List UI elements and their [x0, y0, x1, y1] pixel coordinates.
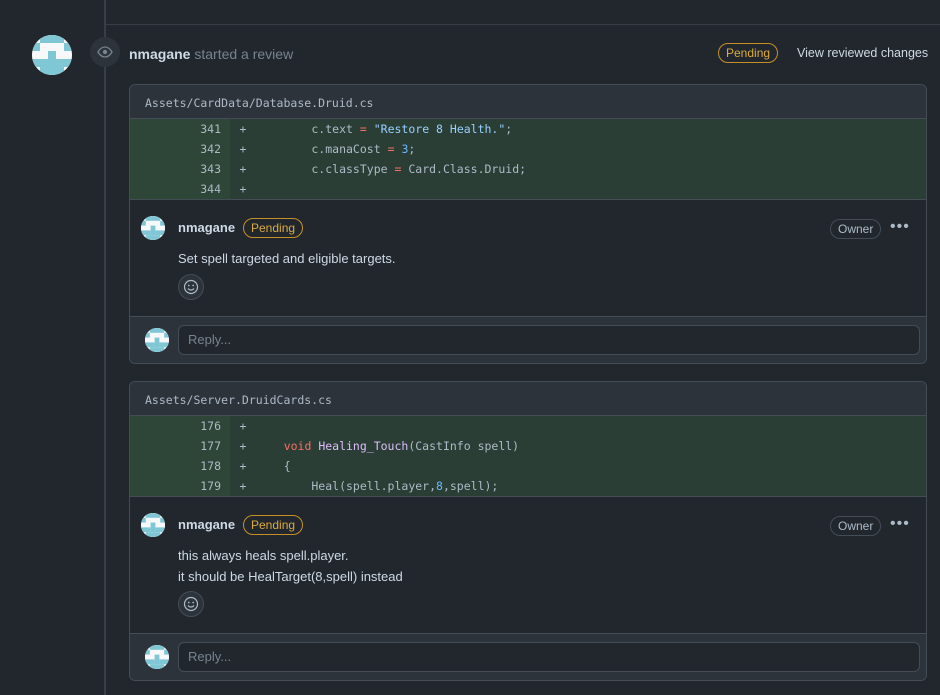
diff-marker: +: [239, 459, 247, 473]
review-status-badge: Pending: [718, 43, 779, 63]
review-action-text: started a review: [194, 46, 294, 62]
code-line: void Healing_Touch(CastInfo spell): [256, 439, 520, 453]
line-number[interactable]: 344: [130, 179, 230, 199]
code-line: Heal(spell.player,8,spell);: [256, 479, 499, 493]
diff-row: 343 + c.classType = Card.Class.Druid;: [130, 159, 926, 179]
review-author-link[interactable]: nmagane: [129, 46, 190, 62]
reply-avatar: [145, 328, 169, 352]
diff-row: 179 + Heal(spell.player,8,spell);: [130, 476, 926, 496]
smiley-icon[interactable]: [178, 591, 204, 617]
comment-line: Set spell targeted and eligible targets.: [178, 251, 396, 266]
code-line: c.text = "Restore 8 Health.";: [256, 122, 513, 136]
reply-input[interactable]: Reply...: [178, 642, 920, 672]
line-number[interactable]: 341: [130, 119, 230, 139]
reply-area: Reply...: [130, 317, 926, 363]
diff-marker: +: [239, 162, 247, 176]
diff-marker: +: [239, 122, 247, 136]
comment-body: Set spell targeted and eligible targets.: [178, 248, 396, 269]
code-line: c.manaCost = 3;: [256, 142, 416, 156]
file-path[interactable]: Assets/CardData/Database.Druid.cs: [130, 85, 926, 119]
line-number[interactable]: 179: [130, 476, 230, 496]
comment-line: this always heals spell.player.: [178, 548, 349, 563]
review-comment: nmagane Pending Owner ••• Set spell targ…: [130, 200, 926, 317]
code-line: {: [256, 459, 291, 473]
diff-row: 178 + {: [130, 456, 926, 476]
timeline-line: [104, 0, 106, 695]
diff-marker: +: [239, 142, 247, 156]
line-number[interactable]: 177: [130, 436, 230, 456]
line-number[interactable]: 343: [130, 159, 230, 179]
owner-badge: Owner: [830, 219, 882, 239]
diff-row: 177 + void Healing_Touch(CastInfo spell): [130, 436, 926, 456]
comment-author-link[interactable]: nmagane: [178, 517, 235, 532]
kebab-horizontal-icon[interactable]: •••: [890, 218, 910, 236]
comment-body: this always heals spell.player. it shoul…: [178, 545, 403, 587]
comment-author-link[interactable]: nmagane: [178, 220, 235, 235]
review-comment: nmagane Pending Owner ••• this always he…: [130, 497, 926, 634]
review-thread: Assets/Server.DruidCards.cs 176 + 177 + …: [129, 381, 927, 681]
view-reviewed-changes-link[interactable]: View reviewed changes: [797, 46, 928, 60]
diff-marker: +: [239, 479, 247, 493]
review-thread: Assets/CardData/Database.Druid.cs 341 + …: [129, 84, 927, 364]
eye-icon: [90, 37, 120, 67]
diff-hunk: 341 + c.text = "Restore 8 Health."; 342 …: [130, 119, 926, 200]
timeline-divider: [106, 24, 940, 25]
line-number[interactable]: 178: [130, 456, 230, 476]
diff-marker: +: [239, 419, 247, 433]
comment-avatar[interactable]: [141, 513, 165, 537]
file-path[interactable]: Assets/Server.DruidCards.cs: [130, 382, 926, 416]
diff-hunk: 176 + 177 + void Healing_Touch(CastInfo …: [130, 416, 926, 497]
reply-input[interactable]: Reply...: [178, 325, 920, 355]
line-number[interactable]: 342: [130, 139, 230, 159]
diff-row: 342 + c.manaCost = 3;: [130, 139, 926, 159]
reply-area: Reply...: [130, 634, 926, 680]
line-number[interactable]: 176: [130, 416, 230, 436]
diff-row: 344 +: [130, 179, 926, 199]
kebab-horizontal-icon[interactable]: •••: [890, 515, 910, 533]
comment-avatar[interactable]: [141, 216, 165, 240]
review-title: nmagane started a review: [129, 46, 293, 62]
diff-row: 341 + c.text = "Restore 8 Health.";: [130, 119, 926, 139]
review-header: nmagane started a review Pending View re…: [0, 35, 940, 75]
comment-status-badge: Pending: [243, 515, 304, 535]
reply-avatar: [145, 645, 169, 669]
diff-marker: +: [239, 439, 247, 453]
owner-badge: Owner: [830, 516, 882, 536]
smiley-icon[interactable]: [178, 274, 204, 300]
diff-row: 176 +: [130, 416, 926, 436]
comment-status-badge: Pending: [243, 218, 304, 238]
code-line: c.classType = Card.Class.Druid;: [256, 162, 527, 176]
diff-marker: +: [239, 182, 247, 196]
author-avatar[interactable]: [32, 35, 72, 75]
comment-line: it should be HealTarget(8,spell) instead: [178, 569, 403, 584]
